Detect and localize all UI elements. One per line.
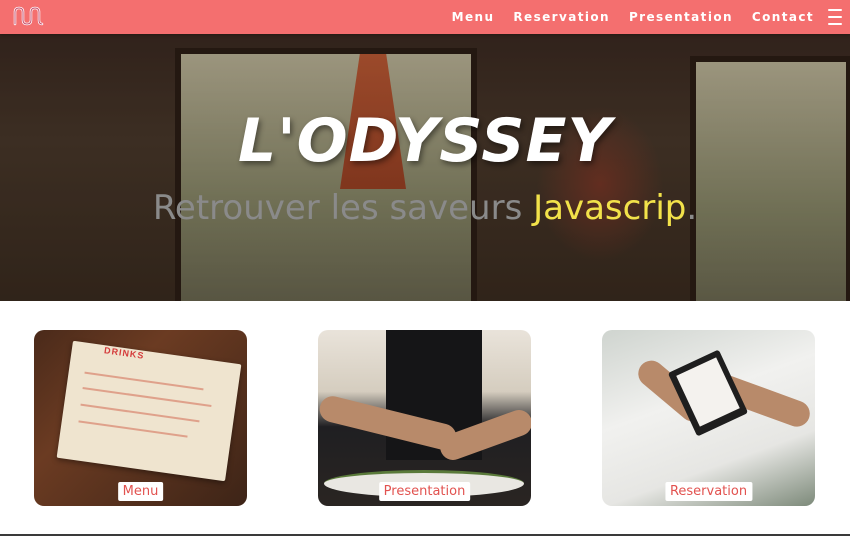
card-reservation-label[interactable]: Reservation [664,482,753,501]
card-reservation[interactable]: Reservation [602,330,815,506]
hamburger-icon[interactable] [828,9,842,25]
hero-title: L'ODYSSEY [238,106,612,176]
menu-paper-image [56,340,242,482]
nav-links: Menu Reservation Presentation Contact [433,0,814,34]
hero-subtitle-suffix: . [686,188,698,228]
nav-link-presentation[interactable]: Presentation [629,10,733,24]
hero-subtitle-accent: Javascrip [533,188,687,228]
hero-subtitle: Retrouver les saveurs Javascrip. [0,188,850,228]
nav-link-reservation[interactable]: Reservation [513,10,610,24]
hero-subtitle-prefix: Retrouver les saveurs [152,188,523,228]
card-presentation[interactable]: Presentation [318,330,531,506]
nav-link-menu[interactable]: Menu [452,10,495,24]
card-menu[interactable]: DRINKS Menu [34,330,247,506]
hero-banner: L'ODYSSEY Retrouver les saveurs Javascri… [0,34,850,301]
top-navbar: Menu Reservation Presentation Contact [0,0,850,34]
wave-logo-icon[interactable] [12,4,48,30]
card-presentation-label[interactable]: Presentation [378,482,471,501]
nav-link-contact[interactable]: Contact [752,10,814,24]
card-menu-label[interactable]: Menu [117,482,164,501]
